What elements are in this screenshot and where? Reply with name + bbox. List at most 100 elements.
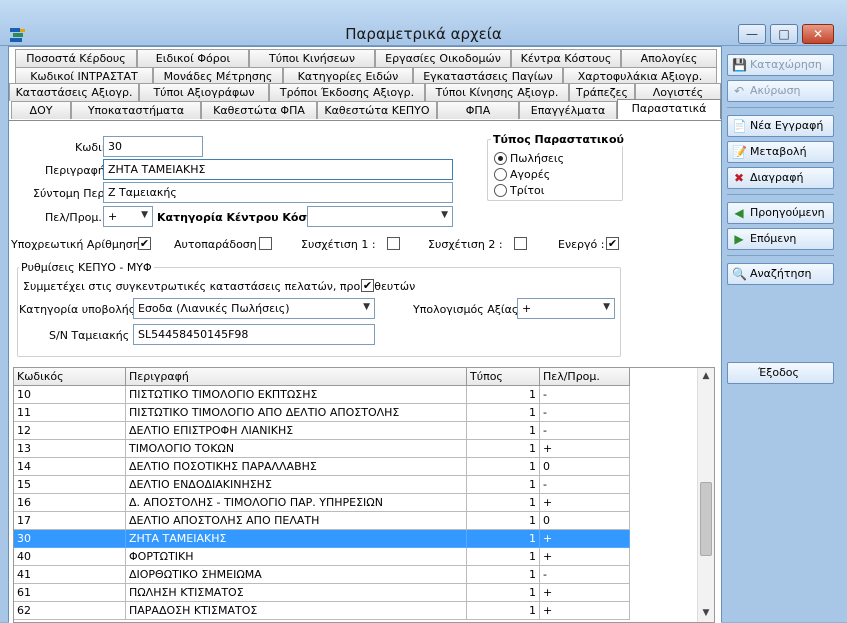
cancel-button[interactable]: ↶ Ακύρωση [727, 80, 834, 102]
new-record-button[interactable]: 📄 Νέα Εγγραφή [727, 115, 834, 137]
table-row[interactable]: 12 ΔΕΛΤΙΟ ΕΠΙΣΤΡΟΦΗ ΛΙΑΝΙΚΗΣ 1- [14, 422, 630, 440]
cell-code: 17 [14, 512, 126, 530]
tab-documents[interactable]: Παραστατικά [617, 99, 721, 119]
tab-securities-movement-types[interactable]: Τύποι Κίνησης Αξιογρ. [425, 83, 569, 101]
code-input[interactable]: 30 [103, 136, 203, 157]
scroll-down-icon[interactable]: ▼ [698, 605, 714, 622]
cell-code: 12 [14, 422, 126, 440]
next-button[interactable]: ▶ Επόμενη [727, 228, 834, 250]
column-header-description[interactable]: Περιγραφή [126, 368, 467, 386]
save-button-label: Καταχώρηση [750, 58, 822, 71]
cost-center-category-select[interactable]: ▼ [307, 206, 453, 227]
cell-code: 62 [14, 602, 126, 620]
cell-type: 1 [467, 440, 540, 458]
tab-securities-states[interactable]: Καταστάσεις Αξιογρ. [9, 83, 139, 101]
customer-supplier-select[interactable]: + ▼ [103, 206, 153, 227]
column-header-code[interactable]: Κωδικός [14, 368, 126, 386]
undo-icon: ↶ [733, 84, 745, 98]
radio-third-parties-label: Τρίτοι [510, 184, 545, 197]
tab-professions[interactable]: Επαγγέλματα [519, 101, 617, 119]
main-window: Παραμετρικά αρχεία — □ ✕ Ποσοστά Κέρδους… [0, 0, 847, 623]
table-row[interactable]: 11 ΠΙΣΤΩΤΙΚΟ ΤΙΜΟΛΟΓΙΟ ΑΠΟ ΔΕΛΤΙΟ ΑΠΟΣΤΟΛ… [14, 404, 630, 422]
register-serial-input[interactable]: SL54458450145F98 [133, 324, 375, 345]
close-button[interactable]: ✕ [802, 24, 834, 44]
previous-button[interactable]: ◀ Προηγούμενη [727, 202, 834, 224]
relation1-checkbox[interactable] [387, 237, 400, 250]
search-button[interactable]: 🔍 Αναζήτηση [727, 263, 834, 285]
scroll-thumb[interactable] [700, 482, 712, 556]
new-record-button-label: Νέα Εγγραφή [750, 119, 824, 132]
cell-pp: 0 [540, 458, 630, 476]
column-header-customer-supplier[interactable]: Πελ/Προμ. [540, 368, 630, 386]
tab-special-taxes[interactable]: Ειδικοί Φόροι [137, 49, 249, 67]
cell-descr: ΠΩΛΗΣΗ ΚΤΙΣΜΑΤΟΣ [126, 584, 467, 602]
documents-panel: Κωδικός: 30 Περιγραφή: ΖΗΤΑ ΤΑΜΕΙΑΚΗΣ Σύ… [9, 121, 721, 623]
document-type-group [487, 139, 623, 201]
radio-sales[interactable] [494, 152, 507, 165]
cell-descr: ΔΕΛΤΙΟ ΑΠΟΣΤΟΛΗΣ ΑΠΟ ΠΕΛΑΤΗ [126, 512, 467, 530]
arrow-left-icon: ◀ [734, 206, 744, 220]
value-calculation-select[interactable]: + ▼ [517, 298, 615, 319]
table-row[interactable]: 41 ΔΙΟΡΘΩΤΙΚΟ ΣΗΜΕΙΩΜΑ 1- [14, 566, 630, 584]
arrow-right-icon: ▶ [734, 232, 744, 246]
cell-pp: - [540, 404, 630, 422]
delete-button[interactable]: ✖ Διαγραφή [727, 167, 834, 189]
tab-vat-regimes[interactable]: Καθεστώτα ΦΠΑ [201, 101, 317, 119]
table-row[interactable]: 30 ΖΗΤΑ ΤΑΜΕΙΑΚΗΣ 1 + [14, 530, 630, 548]
cell-descr: ΔΕΛΤΙΟ ΕΝΔΟΔΙΑΚΙΝΗΣΗΣ [126, 476, 467, 494]
grid-vertical-scrollbar[interactable]: ▲ ▼ [697, 368, 714, 622]
mandatory-numbering-checkbox[interactable]: ✔ [138, 237, 151, 250]
tab-securities-issue-methods[interactable]: Τρόποι Έκδοσης Αξιογρ. [269, 83, 425, 101]
radio-purchases[interactable] [494, 168, 507, 181]
tab-apologies[interactable]: Απολογίες [621, 49, 717, 67]
table-row[interactable]: 17 ΔΕΛΤΙΟ ΑΠΟΣΤΟΛΗΣ ΑΠΟ ΠΕΛΑΤΗ 1 0 [14, 512, 630, 530]
maximize-button[interactable]: □ [770, 24, 798, 44]
column-header-type[interactable]: Τύπος [467, 368, 540, 386]
mandatory-numbering-label: Υποχρεωτική Αρίθμηση : [11, 238, 147, 251]
kepyo-participate-checkbox[interactable]: ✔ [361, 279, 374, 292]
tab-kepyo-regimes[interactable]: Καθεστώτα ΚΕΠΥΟ [317, 101, 437, 119]
relation2-checkbox[interactable] [514, 237, 527, 250]
active-checkbox[interactable]: ✔ [606, 237, 619, 250]
tab-profit-percentages[interactable]: Ποσοστά Κέρδους [15, 49, 137, 67]
save-icon: 💾 [732, 58, 747, 72]
chevron-down-icon: ▼ [363, 302, 370, 312]
tab-doy[interactable]: ΔΟΥ [11, 101, 71, 119]
cell-type: 1 [467, 530, 540, 548]
tab-movement-types[interactable]: Τύποι Κινήσεων [249, 49, 375, 67]
document-type-group-title: Τύπος Παραστατικού [491, 133, 626, 146]
edit-button[interactable]: 📝 Μεταβολή [727, 141, 834, 163]
table-row[interactable]: 14 ΔΕΛΤΙΟ ΠΟΣΟΤΙΚΗΣ ΠΑΡΑΛΛΑΒΗΣ 1 0 [14, 458, 630, 476]
delete-button-label: Διαγραφή [750, 171, 804, 184]
tab-cost-centers[interactable]: Κέντρα Κόστους [511, 49, 621, 67]
radio-third-parties[interactable] [494, 184, 507, 197]
value-calculation-label: Υπολογισμός Αξίας : [413, 303, 526, 316]
table-row[interactable]: 62 ΠΑΡΑΔΟΣΗ ΚΤΙΣΜΑΤΟΣ 1 + [14, 602, 630, 620]
tab-branches[interactable]: Υποκαταστήματα [71, 101, 201, 119]
table-row[interactable]: 10 ΠΙΣΤΩΤΙΚΟ ΤΙΜΟΛΟΓΙΟ ΕΚΠΤΩΣΗΣ 1- [14, 386, 630, 404]
window-titlebar[interactable]: Παραμετρικά αρχεία — □ ✕ [0, 0, 847, 46]
exit-button[interactable]: Έξοδος [727, 362, 834, 384]
cell-code: 40 [14, 548, 126, 566]
table-row[interactable]: 15 ΔΕΛΤΙΟ ΕΝΔΟΔΙΑΚΙΝΗΣΗΣ 1- [14, 476, 630, 494]
save-button[interactable]: 💾 Καταχώρηση [727, 54, 834, 76]
description-input[interactable]: ΖΗΤΑ ΤΑΜΕΙΑΚΗΣ [103, 159, 453, 180]
tab-building-works[interactable]: Εργασίες Οικοδομών [375, 49, 511, 67]
table-row[interactable]: 61 ΠΩΛΗΣΗ ΚΤΙΣΜΑΤΟΣ 1 + [14, 584, 630, 602]
minimize-button[interactable]: — [738, 24, 766, 44]
relation2-label: Συσχέτιση 2 : [428, 238, 503, 251]
scroll-up-icon[interactable]: ▲ [698, 368, 714, 385]
tab-vat[interactable]: ΦΠΑ [437, 101, 519, 119]
cell-type: 1 [467, 548, 540, 566]
table-row[interactable]: 40 ΦΟΡΤΩΤΙΚΗ 1 + [14, 548, 630, 566]
short-description-input[interactable]: Ζ Ταμειακής [103, 182, 453, 203]
tab-securities-types[interactable]: Τύποι Αξιογράφων [139, 83, 269, 101]
cell-code: 61 [14, 584, 126, 602]
submission-category-select[interactable]: Εσοδα (Λιανικές Πωλήσεις) ▼ [133, 298, 375, 319]
table-row[interactable]: 13 ΤΙΜΟΛΟΓΙΟ ΤΟΚΩΝ 1 + [14, 440, 630, 458]
cell-code: 13 [14, 440, 126, 458]
auto-delivery-checkbox[interactable] [259, 237, 272, 250]
cancel-button-label: Ακύρωση [750, 84, 801, 97]
table-row[interactable]: 16 Δ. ΑΠΟΣΤΟΛΗΣ - ΤΙΜΟΛΟΓΙΟ ΠΑΡ. ΥΠΗΡΕΣΙΩ… [14, 494, 630, 512]
new-document-icon: 📄 [732, 119, 747, 133]
